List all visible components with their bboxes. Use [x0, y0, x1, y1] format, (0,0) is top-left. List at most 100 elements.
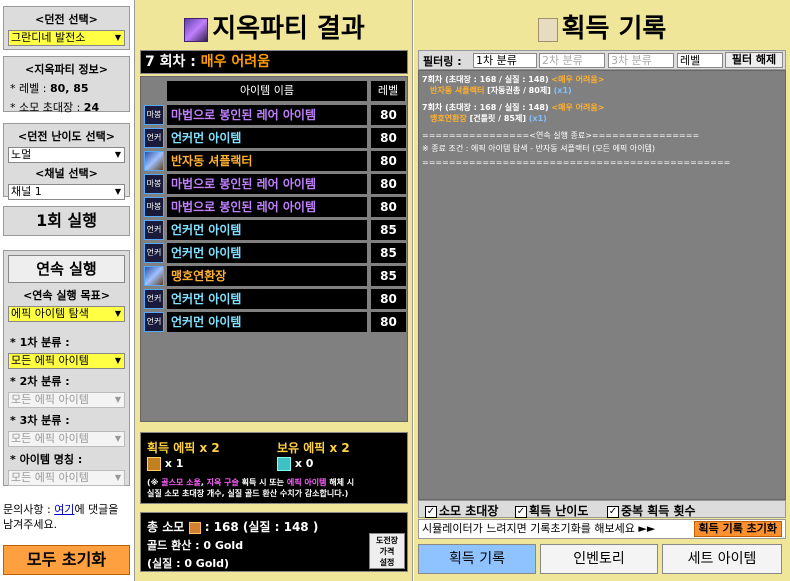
price-setting-button[interactable]: 도전장 가격 설정 — [369, 533, 405, 569]
dropdown-arrow-icon: ▼ — [114, 150, 121, 159]
log-item: 맹호연환장 — [430, 114, 467, 123]
log-difficulty: <매우 어려움> — [551, 103, 605, 112]
result-title-text: 지옥파티 결과 — [212, 14, 365, 44]
item-grade-icon: 마봉 — [144, 197, 164, 217]
dropdown-arrow-icon: ▼ — [114, 187, 121, 196]
log-end-note: ※ 종료 조건 : 에픽 아이템 탐색 - 반자동 셔플랙터 (모든 에픽 아이… — [422, 144, 656, 153]
tier3-select[interactable]: 모든 에픽 아이템 ▼ — [8, 431, 125, 447]
dropdown-arrow-icon: ▼ — [114, 434, 121, 443]
contact-prefix: 문의사항 : — [3, 503, 55, 516]
filter-tier2-select[interactable]: 2차 분류 — [539, 53, 605, 68]
item-grade-icon: 언커 — [144, 289, 164, 309]
channel-select[interactable]: 채널 1 ▼ — [8, 184, 125, 200]
party-info-title: <지옥파티 정보> — [25, 63, 108, 76]
level-value: 80, 85 — [49, 82, 89, 95]
contact-line2: 남겨주세요. — [3, 518, 58, 531]
hint-text: 시뮬레이터가 느려지면 기록초기화를 해보세요 ►► — [422, 522, 656, 535]
filter-tier3-value: 3차 분류 — [611, 54, 652, 67]
note-line2: 실질 소모 초대장 개수, 실질 골드 환산 수치가 감소합니다.) — [147, 489, 349, 498]
difficulty-channel-box: <던전 난이도 선택> 노멀 ▼ <채널 선택> 채널 1 ▼ — [3, 123, 130, 200]
note-soul: 골스모 소울 — [161, 478, 201, 487]
log-entry: 7회차 (초대장 : 168 / 실질 : 148) <매우 어려움> 반자동 셔… — [422, 74, 782, 96]
run-once-button[interactable]: 1회 실행 — [3, 206, 130, 236]
filter-bar: 필터링 : 1차 분류 2차 분류 3차 분류 레벨 필터 해제 — [418, 50, 786, 70]
dropdown-arrow-icon: ▼ — [114, 356, 121, 365]
itemname-select[interactable]: 모든 에픽 아이템 ▼ — [8, 470, 125, 486]
dungeon-select-box: <던전 선택> 그란디네 발전소 ▼ — [3, 6, 130, 50]
item-name: 언커먼 아이템 — [167, 243, 367, 263]
difficulty-select[interactable]: 노멀 ▼ — [8, 147, 125, 163]
log-detail: [자동권총 / 80제] — [484, 86, 554, 95]
item-name: 언커먼 아이템 — [167, 220, 367, 240]
record-title: 획득 기록 — [414, 8, 790, 44]
tier2-value: 모든 에픽 아이템 — [11, 393, 89, 406]
contact-link[interactable]: 여기 — [54, 503, 74, 516]
item-level: 80 — [371, 197, 406, 217]
item-row: 언커 언커먼 아이템 85 — [144, 220, 406, 240]
filter-tier3-select[interactable]: 3차 분류 — [608, 53, 674, 68]
tier2-label: * 2차 분류 : — [10, 375, 70, 388]
record-panel: 획득 기록 필터링 : 1차 분류 2차 분류 3차 분류 레벨 필터 해제 7… — [414, 0, 790, 581]
item-name: 반자동 셔플랙터 — [167, 151, 367, 171]
options-bar: ✓ 소모 초대장 ✓ 획득 난이도 ✓ 중복 획득 횟수 — [418, 500, 786, 518]
item-row: 언커 언커먼 아이템 80 — [144, 128, 406, 148]
summary-box: 획득 에픽 x 2 보유 에픽 x 2 x 1 x 0 (※ 골스모 소울, 지… — [140, 432, 408, 504]
record-title-text: 획득 기록 — [561, 14, 667, 44]
soul-count: x 1 — [147, 457, 183, 471]
option-ticket[interactable]: ✓ 소모 초대장 — [425, 502, 498, 519]
log-entry: 7회차 (초대장 : 168 / 실질 : 148) <매우 어려움> 맹호연환장… — [422, 102, 782, 124]
reset-record-button[interactable]: 획득 기록 초기화 — [693, 521, 782, 537]
epic-got: 획득 에픽 x 2 — [147, 441, 220, 455]
tab-inventory[interactable]: 인벤토리 — [540, 544, 658, 574]
round-difficulty: 매우 어려움 — [200, 54, 271, 70]
item-name: 마법으로 봉인된 레어 아이템 — [167, 105, 367, 125]
item-row: 언커 언커먼 아이템 80 — [144, 312, 406, 332]
checkbox-difficulty[interactable]: ✓ — [515, 505, 527, 518]
orb-icon — [277, 457, 291, 471]
round-bar: 7 회차 : 매우 어려움 — [140, 50, 408, 74]
price-btn-line2: 가격 — [379, 547, 395, 556]
dungeon-select[interactable]: 그란디네 발전소 ▼ — [8, 30, 125, 46]
gold-line2: (실질 : 0 Gold) — [147, 557, 230, 570]
filter-tier2-value: 2차 분류 — [542, 54, 583, 67]
tier1-select[interactable]: 모든 에픽 아이템 ▼ — [8, 353, 125, 369]
item-row: 반자동 셔플랙터 80 — [144, 151, 406, 171]
option-difficulty[interactable]: ✓ 획득 난이도 — [515, 502, 588, 519]
item-grade-icon: 언커 — [144, 312, 164, 332]
scroll-icon — [537, 17, 558, 42]
price-btn-line1: 도전장 — [375, 536, 399, 545]
level-info: * 레벨 : 80, 85 — [10, 80, 129, 96]
tab-record[interactable]: 획득 기록 — [418, 544, 536, 574]
reset-all-button[interactable]: 모두 초기화 — [3, 545, 130, 575]
checkbox-duplicate[interactable]: ✓ — [607, 505, 619, 518]
orb-count-value: x 0 — [294, 457, 314, 470]
itemname-label: * 아이템 명칭 : — [10, 453, 83, 466]
difficulty-title: <던전 난이도 선택> — [18, 130, 115, 143]
filter-reset-button[interactable]: 필터 해제 — [725, 52, 783, 68]
result-title: 지옥파티 결과 — [135, 8, 414, 44]
goal-value: 에픽 아이템 탐색 — [11, 307, 89, 320]
epic-owned: 보유 에픽 x 2 — [277, 441, 350, 455]
item-level: 80 — [371, 128, 406, 148]
log-difficulty: <매우 어려움> — [551, 75, 605, 84]
filter-level-select[interactable]: 레벨 — [677, 53, 723, 68]
hell-party-icon — [184, 17, 209, 42]
contact-note: 문의사항 : 여기에 댓글을 남겨주세요. — [3, 502, 133, 532]
checkbox-ticket[interactable]: ✓ — [425, 505, 437, 518]
tab-set-items[interactable]: 세트 아이템 — [662, 544, 782, 574]
filter-tier1-select[interactable]: 1차 분류 — [473, 53, 537, 68]
item-name: 언커먼 아이템 — [167, 289, 367, 309]
goal-select[interactable]: 에픽 아이템 탐색 ▼ — [8, 306, 125, 322]
option-duplicate[interactable]: ✓ 중복 획득 횟수 — [607, 502, 696, 519]
dungeon-select-title: <던전 선택> — [35, 13, 98, 26]
log-count: (x1) — [553, 86, 572, 95]
note-part1: (※ — [147, 478, 162, 487]
item-name: 마법으로 봉인된 레어 아이템 — [167, 197, 367, 217]
total-box: 총 소모 : 168 (실질 : 148 ) 골드 환산 : 0 Gold (실… — [140, 512, 408, 572]
item-row: 마봉 마법으로 봉인된 레어 아이템 80 — [144, 174, 406, 194]
item-grade-icon: 언커 — [144, 220, 164, 240]
tier1-value: 모든 에픽 아이템 — [11, 354, 89, 367]
continuous-run-button[interactable]: 연속 실행 — [8, 255, 125, 283]
item-row: 맹호연환장 85 — [144, 266, 406, 286]
tier2-select[interactable]: 모든 에픽 아이템 ▼ — [8, 392, 125, 408]
